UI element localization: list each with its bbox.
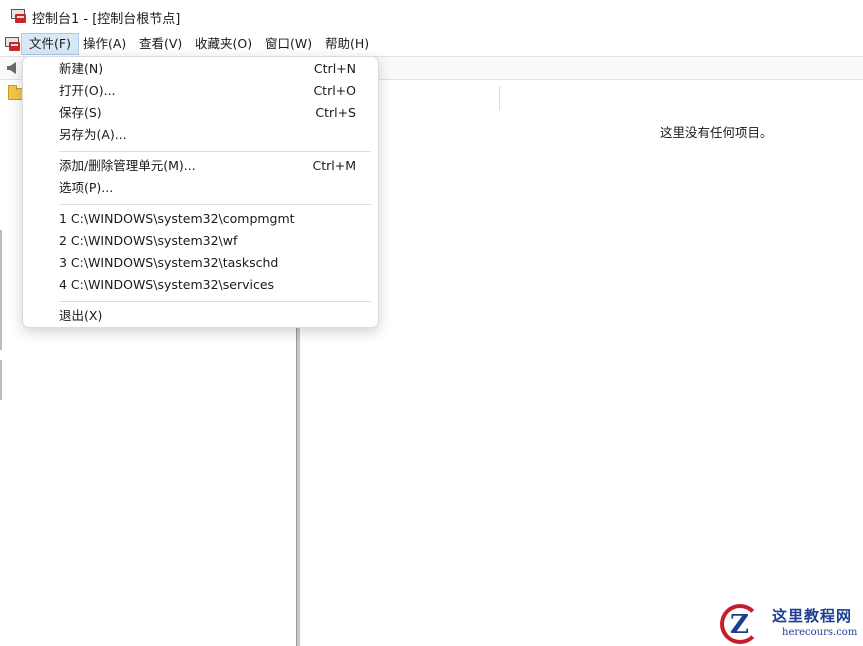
menu-item-save[interactable]: 保存(S) Ctrl+S [23,102,378,124]
menu-item-exit[interactable]: 退出(X) [23,305,378,327]
menu-item-new[interactable]: 新建(N) Ctrl+N [23,58,378,80]
menu-item-label: 添加/删除管理单元(M)... [59,158,196,173]
menu-item-options[interactable]: 选项(P)... [23,177,378,199]
menu-bar: 文件(F) 操作(A) 查看(V) 收藏夹(O) 窗口(W) 帮助(H) [0,32,863,56]
menu-item-label: 4 C:\WINDOWS\system32\services [59,277,275,292]
title-bar: 控制台1 - [控制台根节点] [0,0,863,32]
watermark-logo: Z [720,604,762,644]
menu-separator [59,301,371,302]
menu-item-recent-3[interactable]: 3 C:\WINDOWS\system32\taskschd [23,252,378,274]
menu-item-label: 3 C:\WINDOWS\system32\taskschd [59,255,279,270]
menu-window[interactable]: 窗口(W) [258,33,319,55]
menu-view[interactable]: 查看(V) [132,33,189,55]
window-title: 控制台1 - [控制台根节点] [32,12,181,27]
menu-separator [59,204,371,205]
menu-item-shortcut: Ctrl+S [315,105,356,120]
watermark-title: 这里教程网 [772,607,853,625]
empty-message: 这里没有任何项目。 [660,125,773,140]
menu-file[interactable]: 文件(F) [21,33,79,55]
menu-item-label: 打开(O)... [59,83,116,98]
column-divider[interactable] [499,86,500,110]
mmc-console-icon [10,8,26,24]
back-arrow-icon[interactable] [7,62,16,74]
left-edge-border [0,230,2,350]
menu-item-recent-4[interactable]: 4 C:\WINDOWS\system32\services [23,274,378,296]
menu-item-shortcut: Ctrl+M [312,158,357,173]
menu-favorites[interactable]: 收藏夹(O) [188,33,259,55]
menu-item-label: 新建(N) [59,61,104,76]
menu-item-label: 另存为(A)... [59,127,127,142]
menu-item-label: 选项(P)... [59,180,114,195]
watermark: Z 这里教程网 herecours.com [712,600,863,646]
system-menu-icon[interactable] [4,36,20,52]
menu-item-shortcut: Ctrl+N [313,61,356,76]
menu-item-label: 2 C:\WINDOWS\system32\wf [59,233,238,248]
menu-help[interactable]: 帮助(H) [318,33,376,55]
left-edge-border-lower [0,360,2,400]
menu-action[interactable]: 操作(A) [76,33,133,55]
menu-item-add-remove-snapin[interactable]: 添加/删除管理单元(M)... Ctrl+M [23,155,378,177]
menu-item-label: 保存(S) [59,105,102,120]
menu-item-recent-1[interactable]: 1 C:\WINDOWS\system32\compmgmt [23,208,378,230]
watermark-subtitle: herecours.com [782,627,858,638]
menu-item-label: 1 C:\WINDOWS\system32\compmgmt [59,211,295,226]
menu-item-recent-2[interactable]: 2 C:\WINDOWS\system32\wf [23,230,378,252]
file-menu-dropdown: 新建(N) Ctrl+N 打开(O)... Ctrl+O 保存(S) Ctrl+… [22,56,379,328]
menu-item-save-as[interactable]: 另存为(A)... [23,124,378,146]
menu-item-shortcut: Ctrl+O [313,83,356,98]
menu-item-open[interactable]: 打开(O)... Ctrl+O [23,80,378,102]
menu-separator [59,151,371,152]
menu-item-label: 退出(X) [59,308,103,323]
result-pane[interactable]: 这里没有任何项目。 [300,84,863,646]
